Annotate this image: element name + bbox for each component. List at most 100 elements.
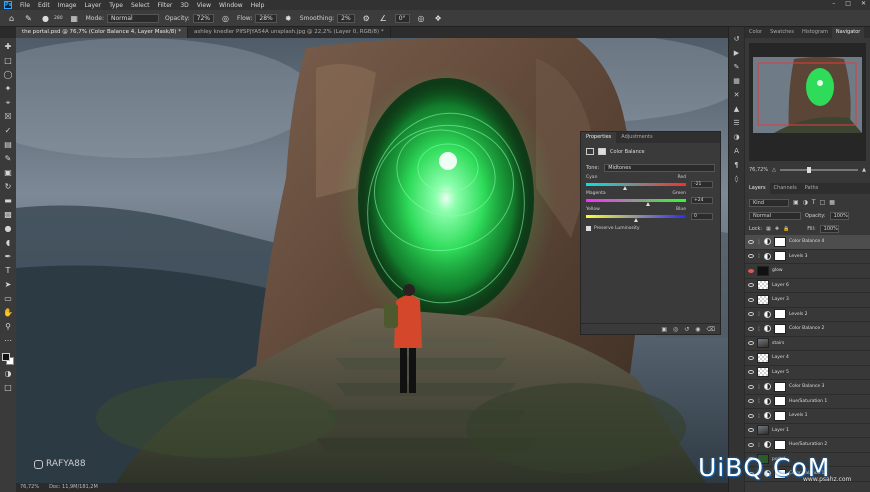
smoothing-input[interactable]: 2% <box>337 13 355 23</box>
layer-row[interactable]: ¦ Hue/Saturation 2 <box>745 438 870 453</box>
layer-row[interactable]: ¦ Levels 2 <box>745 308 870 322</box>
cyan-red-thumb[interactable] <box>623 186 627 190</box>
layer-row[interactable]: ¦ Color Balance 3 <box>745 380 870 395</box>
menu-help[interactable]: Help <box>251 2 265 9</box>
layer-row[interactable]: ¦ Levels 1 <box>745 409 870 424</box>
lock-position-icon[interactable]: ✚ <box>775 226 779 232</box>
layer-name[interactable]: Levels 1 <box>789 413 808 418</box>
flow-input[interactable]: 28% <box>255 13 277 23</box>
lasso-tool-icon[interactable]: ◯ <box>3 69 14 80</box>
layer-thumbnail[interactable] <box>774 410 786 421</box>
menu-layer[interactable]: Layer <box>84 2 101 9</box>
navigator-preview[interactable] <box>749 43 866 161</box>
layer-name[interactable]: Color Balance 4 <box>789 239 824 244</box>
glyphs-icon[interactable]: ◊ <box>732 174 742 184</box>
layer-thumbnail[interactable] <box>774 309 786 320</box>
magenta-green-thumb[interactable] <box>645 202 650 206</box>
menu-select[interactable]: Select <box>131 2 150 9</box>
view-previous-state-icon[interactable]: ◎ <box>673 326 678 333</box>
brush-settings-icon[interactable]: ▦ <box>69 13 80 24</box>
zoom-in-icon[interactable]: ▲ <box>862 167 866 173</box>
layer-thumbnail[interactable] <box>757 280 769 291</box>
status-zoom[interactable]: 76,72% <box>20 483 39 492</box>
frame-tool-icon[interactable]: ☒ <box>3 111 14 122</box>
layer-name[interactable]: Levels 3 <box>789 254 808 259</box>
layer-row[interactable]: Layer 5 <box>745 366 870 380</box>
layer-name[interactable]: Levels 2 <box>789 312 808 317</box>
tab-adjustments[interactable]: Adjustments <box>616 132 657 143</box>
yellow-blue-value[interactable]: 0 <box>691 213 713 220</box>
symmetry-icon[interactable]: ❖ <box>433 13 444 24</box>
layer-visibility-eye-icon[interactable] <box>748 268 754 273</box>
adjustment-layer-icon[interactable] <box>764 412 771 420</box>
brush-tool-icon-left[interactable]: ✎ <box>3 153 14 164</box>
layer-visibility-eye-icon[interactable] <box>748 355 754 360</box>
move-tool-icon[interactable]: ✚ <box>3 41 14 52</box>
adjustment-layer-icon[interactable] <box>764 325 771 333</box>
layer-thumbnail[interactable] <box>757 367 769 378</box>
layer-row[interactable]: ¦ Hue/Saturation 1 <box>745 395 870 409</box>
delete-adjustment-icon[interactable]: ⌫ <box>707 326 715 333</box>
maximize-icon[interactable]: □ <box>845 0 851 7</box>
filter-adjustment-icon[interactable]: ◑ <box>803 199 808 206</box>
preserve-luminosity-checkbox[interactable]: Preserve Luminosity <box>581 220 720 237</box>
type-tool-icon[interactable]: T <box>3 265 14 276</box>
tab-color[interactable]: Color <box>745 27 766 38</box>
adjustment-layer-icon[interactable] <box>764 397 771 405</box>
layer-thumbnail[interactable] <box>757 265 769 276</box>
brushes-panel-icon[interactable]: ▦ <box>732 76 742 86</box>
menu-type[interactable]: Type <box>109 2 123 9</box>
layer-visibility-eye-icon[interactable] <box>748 254 754 259</box>
layer-name[interactable]: Hue/Saturation 2 <box>789 442 827 447</box>
layer-visibility-eye-icon[interactable] <box>748 399 754 404</box>
layer-name[interactable]: Layer 6 <box>772 283 789 288</box>
quick-select-tool-icon[interactable]: ✦ <box>3 83 14 94</box>
minimize-icon[interactable]: – <box>832 0 835 7</box>
adjustments-panel-icon[interactable]: ◑ <box>732 132 742 142</box>
tab-swatches[interactable]: Swatches <box>766 27 798 38</box>
marquee-tool-icon[interactable]: □ <box>3 55 14 66</box>
pen-tool-icon[interactable]: ✒ <box>3 251 14 262</box>
brush-settings-panel-icon[interactable]: ✎ <box>732 62 742 72</box>
layer-thumbnail[interactable] <box>774 251 786 262</box>
layer-name[interactable]: Layer 5 <box>772 370 789 375</box>
layer-visibility-eye-icon[interactable] <box>748 442 754 447</box>
blur-tool-icon[interactable]: ● <box>3 223 14 234</box>
layer-thumbnail[interactable] <box>757 338 769 349</box>
brush-tool-icon[interactable]: ✎ <box>23 13 34 24</box>
brush-preset-picker[interactable]: ● 280 <box>40 13 63 24</box>
layer-visibility-eye-icon[interactable] <box>748 326 754 331</box>
clone-stamp-tool-icon[interactable]: ▣ <box>3 167 14 178</box>
layer-thumbnail[interactable] <box>774 236 786 247</box>
history-brush-tool-icon[interactable]: ↻ <box>3 181 14 192</box>
layer-mask-icon[interactable] <box>598 148 606 155</box>
history-icon[interactable]: ↺ <box>732 34 742 44</box>
layer-name[interactable]: Color Balance 2 <box>789 326 824 331</box>
layer-name[interactable]: Color Balance 3 <box>789 384 824 389</box>
layer-row[interactable]: stairs <box>745 337 870 351</box>
layer-visibility-eye-icon[interactable] <box>748 312 754 317</box>
zoom-slider-thumb[interactable] <box>807 166 812 173</box>
tab-paths[interactable]: Paths <box>801 183 823 194</box>
paragraph-panel-icon[interactable]: ¶ <box>732 160 742 170</box>
tab-unsplash-image[interactable]: ashley knedler PIfSPjYA54A unsplash.jpg … <box>188 27 391 38</box>
menu-file[interactable]: File <box>20 2 30 9</box>
healing-brush-tool-icon[interactable]: ▤ <box>3 139 14 150</box>
character-panel-icon[interactable]: A <box>732 146 742 156</box>
lock-pixels-icon[interactable]: ▦ <box>766 226 771 232</box>
photoshop-logo-icon[interactable]: Ps <box>4 1 12 9</box>
layer-name[interactable]: stairs <box>772 341 784 346</box>
path-select-tool-icon[interactable]: ➤ <box>3 279 14 290</box>
layer-row[interactable]: ¦ Levels 3 <box>745 250 870 264</box>
checkbox-checked-icon[interactable] <box>586 226 591 231</box>
status-doc-size[interactable]: Doc: 11,9M/181,2M <box>49 483 98 492</box>
layer-visibility-eye-icon[interactable] <box>748 428 754 433</box>
adjustment-layer-icon[interactable] <box>764 383 771 391</box>
pressure-size-icon[interactable]: ◎ <box>416 13 427 24</box>
dodge-tool-icon[interactable]: ◖ <box>3 237 14 248</box>
layer-name[interactable]: glow <box>772 268 783 273</box>
adjustment-layer-icon[interactable] <box>764 238 771 246</box>
adjustment-layer-icon[interactable] <box>764 441 771 449</box>
layer-row[interactable]: ¦ Color Balance 4 <box>745 235 870 250</box>
zoom-out-icon[interactable]: △ <box>772 167 776 173</box>
